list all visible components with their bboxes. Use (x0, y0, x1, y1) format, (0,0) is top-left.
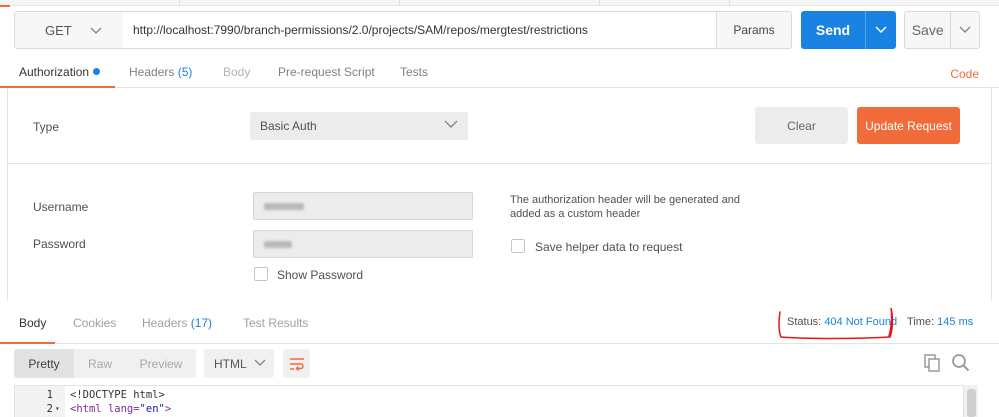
tab-response-body-label: Body (19, 316, 47, 330)
attr-value: "en" (139, 403, 165, 415)
active-indicator-dot (93, 68, 101, 75)
headers-count: (5) (177, 65, 193, 79)
tab-response-headers-label: Headers (142, 316, 188, 330)
search-icon[interactable] (951, 353, 970, 375)
save-button[interactable]: Save (904, 11, 980, 49)
tab-authorization-label: Authorization (19, 65, 90, 79)
send-options-button[interactable] (865, 11, 896, 49)
language-value: HTML (214, 356, 247, 371)
pretty-label: Pretty (28, 356, 60, 371)
tab-cookies[interactable]: Cookies (73, 316, 116, 330)
raw-button[interactable]: Raw (74, 349, 126, 378)
url-value: http://localhost:7990/branch-permissions… (133, 23, 588, 37)
preview-label: Preview (139, 356, 183, 371)
auth-type-select[interactable]: Basic Auth (250, 112, 468, 140)
preview-button[interactable]: Preview (126, 349, 196, 378)
params-label: Params (733, 23, 775, 37)
redacted-text (264, 203, 304, 210)
pretty-button[interactable]: Pretty (14, 349, 74, 378)
show-password-label: Show Password (277, 268, 364, 282)
method-value: GET (45, 22, 72, 38)
redacted-text (264, 241, 292, 248)
chevron-down-icon (444, 118, 458, 132)
tab-prerequest-script[interactable]: Pre-request Script (278, 65, 375, 79)
response-body-editor[interactable]: 1 <!DOCTYPE html> 2 ▾ <html lang="en"> (14, 385, 978, 417)
time-value[interactable]: 145 ms (937, 316, 973, 328)
password-field[interactable] (253, 230, 473, 258)
tab-tests[interactable]: Tests (400, 65, 428, 79)
auth-type-value: Basic Auth (260, 119, 317, 133)
code-line: 2 ▾ <html lang="en"> (15, 402, 975, 416)
tab-headers[interactable]: Headers (5) (129, 65, 192, 79)
clear-button[interactable]: Clear (755, 107, 848, 144)
method-select[interactable]: GET (14, 11, 124, 49)
request-url-bar: GET http://localhost:7990/branch-permiss… (0, 11, 999, 49)
editor-scrollbar[interactable] (963, 385, 978, 417)
response-time: Time: 145 ms (907, 316, 973, 328)
tab-body[interactable]: Body (223, 65, 250, 79)
red-annotation-circle (778, 307, 894, 340)
tab-body-label: Body (223, 65, 251, 79)
password-label: Password (33, 237, 86, 251)
type-label: Type (33, 120, 60, 134)
code-link[interactable]: Code (950, 67, 979, 81)
line-number: 1 (46, 389, 53, 401)
copy-icon[interactable] (924, 354, 940, 375)
save-helper-checkbox[interactable] (511, 239, 525, 253)
request-tabs: Authorization Headers (5) Body Pre-reque… (0, 56, 999, 88)
tag-close: > (164, 403, 172, 415)
language-select[interactable]: HTML (204, 349, 274, 378)
tab-prerequest-label: Pre-request Script (278, 65, 375, 79)
wrap-icon (289, 357, 304, 371)
tab-test-results-label: Test Results (243, 316, 309, 330)
tab-headers-label: Headers (129, 65, 175, 79)
auth-note: The authorization header will be generat… (510, 194, 740, 220)
send-button[interactable]: Send (801, 11, 896, 49)
code-text: <!DOCTYPE html> (70, 389, 165, 401)
save-options-button[interactable] (950, 11, 979, 49)
tab-fragment[interactable] (180, 0, 400, 6)
params-button[interactable]: Params (716, 11, 792, 49)
tab-response-headers[interactable]: Headers (17) (142, 316, 212, 330)
active-tab-accent (0, 5, 10, 7)
tab-authorization[interactable]: Authorization (19, 65, 101, 79)
fold-toggle-icon[interactable]: ▾ (55, 402, 60, 416)
tab-fragment[interactable] (400, 0, 600, 6)
raw-label: Raw (87, 356, 112, 371)
tab-cookies-label: Cookies (73, 316, 117, 330)
format-toggle-group: Pretty Raw Preview (14, 349, 196, 378)
username-label: Username (33, 200, 89, 214)
attr-name: lang= (107, 403, 140, 415)
response-headers-count: (17) (190, 316, 213, 330)
save-helper-label: Save helper data to request (535, 240, 683, 254)
chevron-down-icon (90, 23, 102, 38)
scrollbar-thumb[interactable] (967, 389, 976, 417)
time-label: Time: (907, 316, 935, 328)
tag-open: <html (70, 403, 108, 415)
send-label: Send (815, 22, 851, 38)
top-tab-strip (0, 0, 999, 7)
chevron-down-icon (875, 26, 887, 34)
tab-tests-label: Tests (400, 65, 429, 79)
code-line: 1 <!DOCTYPE html> (15, 388, 975, 402)
code-text: <html lang="en"> (70, 402, 171, 416)
chevron-down-icon (254, 356, 266, 370)
clear-label: Clear (787, 118, 816, 133)
wrap-lines-button[interactable] (283, 349, 310, 378)
url-input[interactable]: http://localhost:7990/branch-permissions… (123, 11, 717, 49)
save-label: Save (911, 22, 944, 38)
update-request-label: Update Request (865, 118, 952, 133)
chevron-down-icon (959, 26, 971, 33)
divider (7, 163, 992, 164)
tab-test-results[interactable]: Test Results (243, 316, 308, 330)
tab-fragment[interactable] (10, 0, 180, 6)
active-tab-underline (0, 342, 55, 344)
tab-fragment[interactable] (600, 0, 730, 6)
username-field[interactable] (253, 192, 473, 220)
line-number: 2 (46, 403, 53, 415)
tab-response-body[interactable]: Body (19, 316, 46, 330)
show-password-checkbox[interactable] (254, 267, 268, 281)
update-request-button[interactable]: Update Request (857, 107, 960, 144)
